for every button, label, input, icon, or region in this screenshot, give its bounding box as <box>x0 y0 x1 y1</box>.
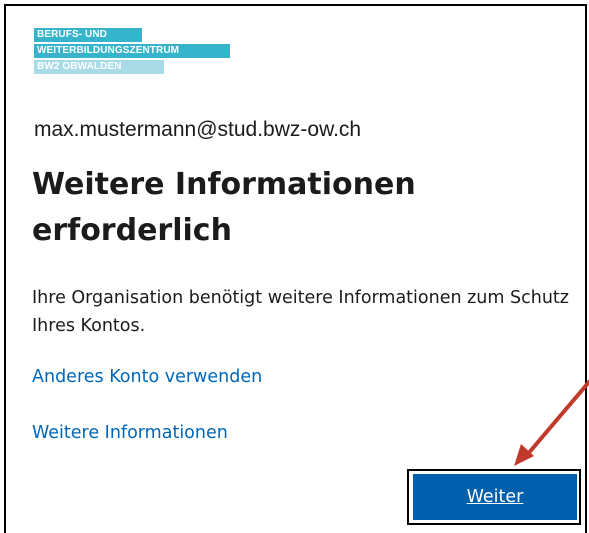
arrow-icon <box>514 380 589 466</box>
organization-logo: BERUFS- UND WEITERBILDUNGSZENTRUM BW2 OB… <box>34 28 230 76</box>
use-other-account-link[interactable]: Anderes Konto verwenden <box>32 367 262 387</box>
next-button[interactable]: Weiter <box>413 474 577 520</box>
frame-top-border <box>4 4 587 6</box>
page-description: Ihre Organisation benötigt weitere Infor… <box>32 288 569 336</box>
frame-right-border <box>585 4 587 533</box>
logo-line-1: BERUFS- UND <box>34 28 142 42</box>
frame-left-border <box>4 4 6 533</box>
page-title: Weitere Informationen erforderlich <box>32 167 416 248</box>
arrow-shaft <box>525 380 589 457</box>
logo-line-2: WEITERBILDUNGSZENTRUM <box>34 44 230 58</box>
arrow-head <box>514 444 534 466</box>
account-email: max.mustermann@stud.bwz-ow.ch <box>34 118 362 141</box>
logo-line-3: BW2 OBWALDEN <box>34 60 164 74</box>
more-information-link[interactable]: Weitere Informationen <box>32 423 228 443</box>
